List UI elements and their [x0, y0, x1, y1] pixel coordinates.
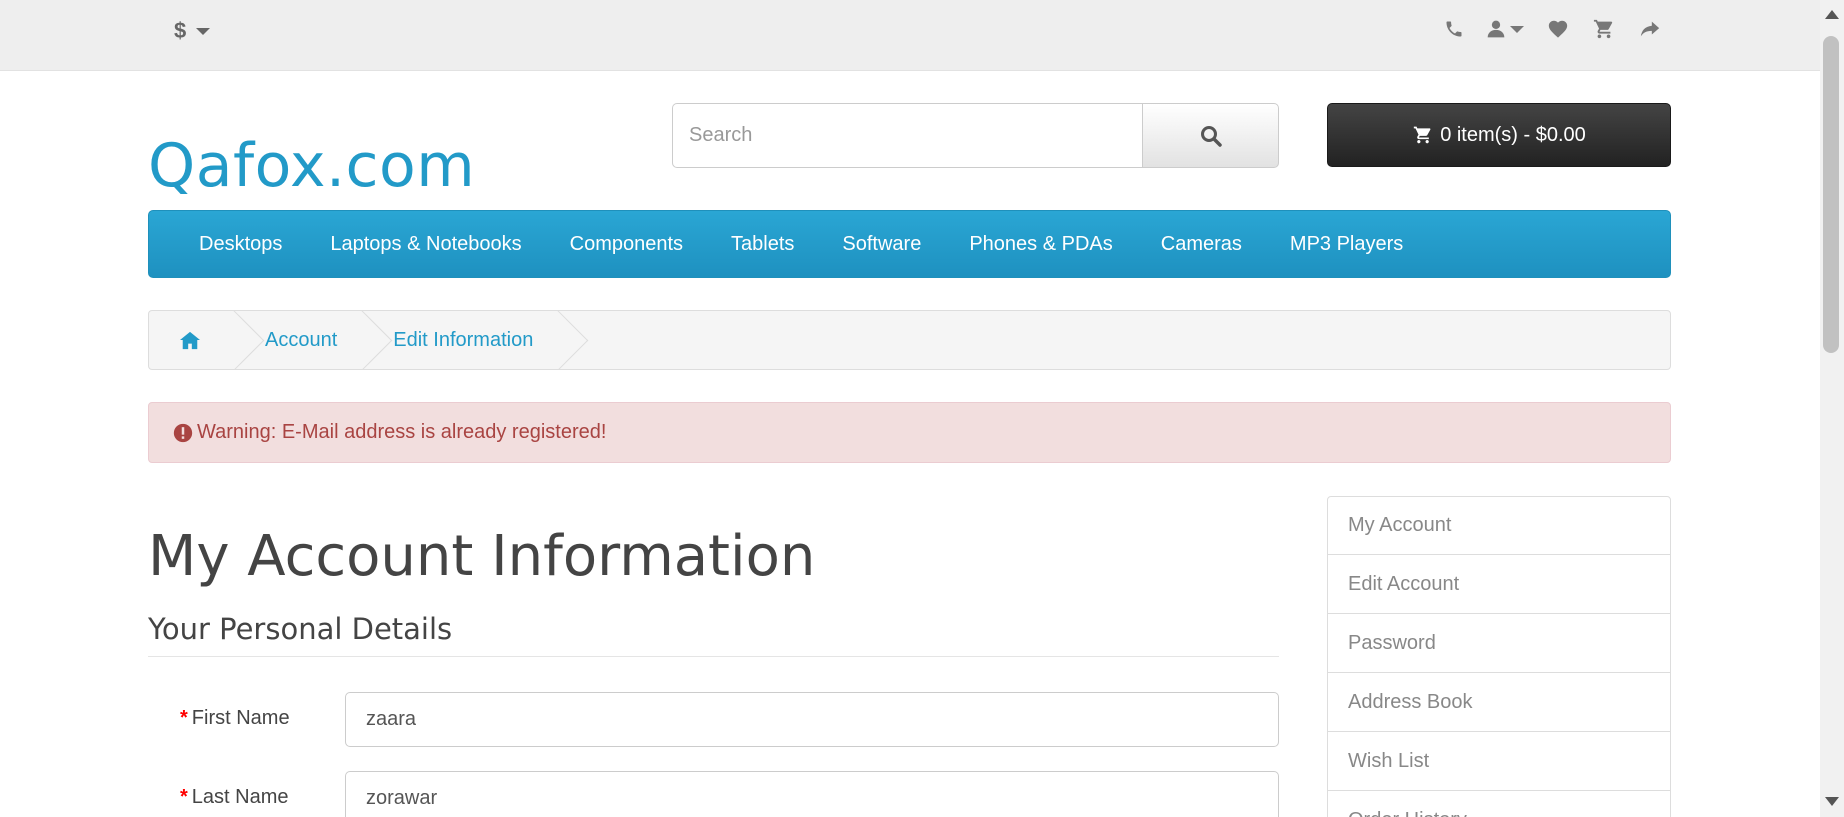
- sidebar-item-edit-account[interactable]: Edit Account: [1327, 555, 1671, 614]
- top-bar: $: [0, 0, 1820, 71]
- sidebar-item-wish-list[interactable]: Wish List: [1327, 732, 1671, 791]
- page-scrollbar[interactable]: [1820, 0, 1844, 817]
- breadcrumb-account[interactable]: Account: [241, 311, 369, 369]
- search-input[interactable]: [672, 103, 1142, 168]
- heart-icon[interactable]: [1546, 18, 1570, 40]
- home-icon: [180, 331, 200, 350]
- scroll-up-arrow-icon[interactable]: [1825, 10, 1839, 19]
- section-title: Your Personal Details: [148, 612, 1279, 657]
- menu-item-phones[interactable]: Phones & PDAs: [945, 233, 1136, 256]
- menu-item-software[interactable]: Software: [818, 233, 945, 256]
- main-menu: Desktops Laptops & Notebooks Components …: [148, 210, 1671, 278]
- menu-item-cameras[interactable]: Cameras: [1137, 233, 1266, 256]
- menu-item-desktops[interactable]: Desktops: [175, 233, 306, 256]
- sidebar-item-password[interactable]: Password: [1327, 614, 1671, 673]
- menu-item-mp3-players[interactable]: MP3 Players: [1266, 233, 1427, 256]
- first-name-label: * First Name: [180, 707, 290, 729]
- chevron-down-icon: [1510, 25, 1524, 33]
- scroll-down-arrow-icon[interactable]: [1825, 797, 1839, 806]
- account-sidebar: My Account Edit Account Password Address…: [1327, 496, 1671, 817]
- first-name-field[interactable]: [345, 692, 1279, 747]
- search-icon: [1200, 125, 1222, 147]
- menu-item-laptops[interactable]: Laptops & Notebooks: [306, 233, 545, 256]
- alert-text: Warning: E-Mail address is already regis…: [197, 421, 607, 443]
- share-icon[interactable]: [1638, 18, 1662, 40]
- last-name-label: * Last Name: [180, 786, 289, 808]
- search-bar: [672, 103, 1279, 168]
- required-marker: *: [180, 707, 188, 729]
- phone-icon[interactable]: [1444, 19, 1464, 39]
- breadcrumb-edit-information[interactable]: Edit Information: [369, 311, 565, 369]
- user-icon[interactable]: [1486, 18, 1524, 40]
- scroll-thumb[interactable]: [1823, 36, 1839, 353]
- sidebar-item-my-account[interactable]: My Account: [1327, 496, 1671, 555]
- sidebar-item-order-history[interactable]: Order History: [1327, 791, 1671, 817]
- sidebar-item-address-book[interactable]: Address Book: [1327, 673, 1671, 732]
- cart-button[interactable]: 0 item(s) - $0.00: [1327, 103, 1671, 167]
- last-name-field[interactable]: [345, 771, 1279, 817]
- chevron-down-icon: [196, 27, 211, 35]
- breadcrumb: Account Edit Information: [148, 310, 1671, 370]
- required-marker: *: [180, 786, 188, 808]
- site-logo[interactable]: Qafox.com: [148, 131, 475, 201]
- page-title: My Account Information: [148, 524, 816, 589]
- search-button[interactable]: [1142, 103, 1279, 168]
- cart-icon[interactable]: [1592, 18, 1616, 40]
- cart-label: 0 item(s) - $0.00: [1440, 123, 1586, 146]
- breadcrumb-home[interactable]: [149, 311, 241, 369]
- exclamation-circle-icon: [173, 423, 193, 442]
- currency-dropdown[interactable]: $: [174, 18, 211, 44]
- warning-alert: Warning: E-Mail address is already regis…: [148, 402, 1671, 463]
- currency-symbol: $: [174, 18, 187, 43]
- menu-item-components[interactable]: Components: [546, 233, 707, 256]
- cart-icon: [1414, 126, 1431, 144]
- top-links: [1444, 18, 1662, 40]
- menu-item-tablets[interactable]: Tablets: [707, 233, 818, 256]
